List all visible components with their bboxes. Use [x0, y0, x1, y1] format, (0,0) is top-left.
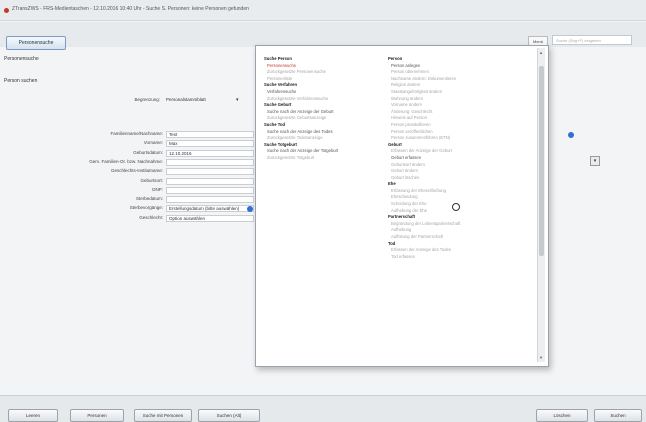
scroll-up-icon[interactable]: ▲	[539, 50, 543, 55]
menu-item[interactable]: Geburt erfassen	[388, 155, 533, 162]
menu-item[interactable]: Geburt ändern	[388, 168, 533, 175]
menu-item[interactable]: Zurückgesetzte Geburtsanzeige	[264, 115, 389, 122]
info-dot-icon[interactable]	[247, 206, 253, 212]
leeren-button[interactable]: Leeren	[8, 409, 58, 422]
begrenzung-select[interactable]: Personalstammblatt	[164, 97, 234, 104]
field-label: Familienname/Nachname:	[110, 131, 163, 136]
field-input[interactable]: Option auswählen	[166, 214, 254, 222]
field-label: Geburtsort:	[140, 177, 163, 183]
menu-item[interactable]: Nachname ändern: Dokumentieren	[388, 76, 533, 83]
menu-item[interactable]: Zurückgesetzte Totgeburt	[264, 155, 389, 162]
menu-group-heading: Suche Tod	[264, 121, 286, 127]
field-input[interactable]	[166, 186, 254, 194]
field-label: Geburtsdatum:	[133, 149, 163, 155]
menu-group-heading: Suche Person	[264, 56, 292, 61]
field-input[interactable]	[166, 158, 254, 166]
menu-item[interactable]: Geburtsort ändern	[388, 162, 533, 169]
field-input[interactable]	[166, 196, 254, 204]
menu-item[interactable]: Suche nach der Anzeige des Todes	[264, 129, 389, 136]
mouse-cursor-icon	[452, 203, 460, 211]
menu-item[interactable]: Ehescheidung	[388, 194, 533, 201]
menu-item[interactable]: Tod erfassen	[388, 254, 533, 261]
field-label: Gem. Familien-Or. bzw. Nachnahme:	[89, 158, 163, 164]
menu-item[interactable]: Aufhebung	[388, 227, 533, 234]
menu-item[interactable]: Suche nach der Anzeige der Totgeburt	[264, 148, 389, 155]
subsection-label: Person suchen	[4, 78, 38, 84]
dropdown-toggle-button[interactable]: ▾	[590, 156, 600, 166]
menu-item[interactable]: Erfassen der Anzeige des Todes	[388, 247, 533, 254]
menu-item[interactable]: Auflösung der Partnerschaft	[388, 234, 533, 241]
menu-item[interactable]: Begründung der Lebenspartnerschaft	[388, 221, 533, 228]
field-input[interactable]	[166, 177, 254, 185]
menu-group-heading: Partnerschaft	[388, 214, 415, 220]
suchen-button[interactable]: Suchen	[594, 409, 642, 422]
menu-group-heading: Ehe	[388, 181, 396, 187]
begrenzung-label: Begrenzung:	[134, 97, 160, 102]
tab-personensuche[interactable]: Personensuche	[6, 36, 66, 50]
field-label: Vorname:	[143, 140, 163, 146]
window-title: ZTransZWS - FRS-Medientaschen - 12.10.20…	[12, 6, 249, 12]
menu-item[interactable]: Hinweis auf Person	[388, 115, 533, 122]
menu-item[interactable]: Zurückgesetzte Verfahrenssuche	[264, 96, 389, 103]
app-icon	[4, 8, 9, 13]
menu-item[interactable]: Person übernehmen	[388, 69, 533, 76]
suche-mit-personen-button[interactable]: Suche mit Personen	[134, 409, 192, 422]
menu-item[interactable]: Verfahrensuche	[264, 89, 389, 96]
menu-item[interactable]: Geburt löschen	[388, 175, 533, 182]
search-input[interactable]: Suche (Strg+F) eingeben	[552, 35, 632, 45]
menu-group-heading: Suche Geburt	[264, 102, 292, 108]
field-label: DNP:	[152, 186, 163, 192]
menu-item[interactable]: Erfassen der Anzeige der Geburt	[388, 148, 533, 155]
menu-group-heading: Geburt	[388, 141, 402, 147]
menu-group-heading: Suche Totgeburt	[264, 141, 297, 147]
status-dot-icon	[568, 132, 574, 138]
menu-item[interactable]: Personensuche	[264, 63, 389, 70]
search-menu-popup: Suche Person Personensuche Zurückgesetzte …	[255, 45, 549, 367]
menu-item[interactable]: Religion ändern	[388, 82, 533, 89]
menu-item[interactable]: Person protokollieren	[388, 122, 533, 129]
field-label: Geschlechts-Institutname:	[110, 168, 163, 174]
menu-item[interactable]: Änderung: Geschlecht	[388, 109, 533, 116]
menu-item[interactable]: Erfassung der Eheschließung	[388, 188, 533, 195]
scrollbar-thumb[interactable]	[539, 66, 544, 256]
title-bar: ZTransZWS - FRS-Medientaschen - 12.10.20…	[0, 0, 646, 21]
suchen-alt-button[interactable]: Suchen (Alt)	[198, 409, 260, 422]
menu-item[interactable]: Aufhebung der Ehe	[388, 208, 533, 215]
field-label: Sterbevorgänge:	[129, 205, 163, 211]
menu-item[interactable]: Vorname ändern	[388, 102, 533, 109]
menu-item[interactable]: Personenliste	[264, 76, 389, 83]
menu-group-heading: Tod	[388, 240, 396, 246]
menu-group-heading: Person	[388, 56, 403, 61]
toolbar	[0, 22, 646, 47]
field-label: Sterbedatum:	[135, 196, 163, 202]
field-input[interactable]	[166, 168, 254, 176]
menu-item[interactable]: Scheidung der Ehe	[388, 201, 533, 208]
field-input[interactable]: Test	[166, 131, 254, 138]
personen-button[interactable]: Personen	[70, 409, 124, 422]
field-label: Geschlecht:	[139, 214, 163, 220]
menu-column-search: Suche Person Personensuche Zurückgesetzte …	[264, 56, 389, 162]
menu-column-actions: Person Person anlegen Person übernehmen Nac…	[388, 56, 533, 260]
menu-item[interactable]: Person anlegen	[388, 63, 533, 70]
loeschen-button[interactable]: Löschen	[536, 409, 588, 422]
menu-item[interactable]: Person zusammenführen (ETN)	[388, 135, 533, 142]
menu-item[interactable]: Zurückgesetzte Personensuche	[264, 69, 389, 76]
menu-item[interactable]: Wohnung ändern	[388, 96, 533, 103]
chevron-down-icon[interactable]: ▾	[236, 97, 239, 103]
field-input[interactable]: Max	[166, 140, 254, 148]
menu-item[interactable]: Zurückgesetzte Todesanzeige	[264, 135, 389, 142]
scroll-down-icon[interactable]: ▼	[539, 355, 543, 360]
field-input[interactable]: Erstellungsdatum (bitte auswählen)	[166, 205, 254, 213]
popup-scrollbar[interactable]: ▲ ▼	[537, 48, 545, 362]
menu-group-heading: Suche Verfahren	[264, 82, 298, 88]
field-input[interactable]: 12.10.2016	[166, 149, 254, 157]
menu-item[interactable]: Staatsangehörigkeit ändern	[388, 89, 533, 96]
menu-item[interactable]: Person veröffentlichen	[388, 129, 533, 136]
menu-item[interactable]: Suche nach der Anzeige der Geburt	[264, 109, 389, 116]
section-label: Personensuche	[4, 56, 39, 62]
